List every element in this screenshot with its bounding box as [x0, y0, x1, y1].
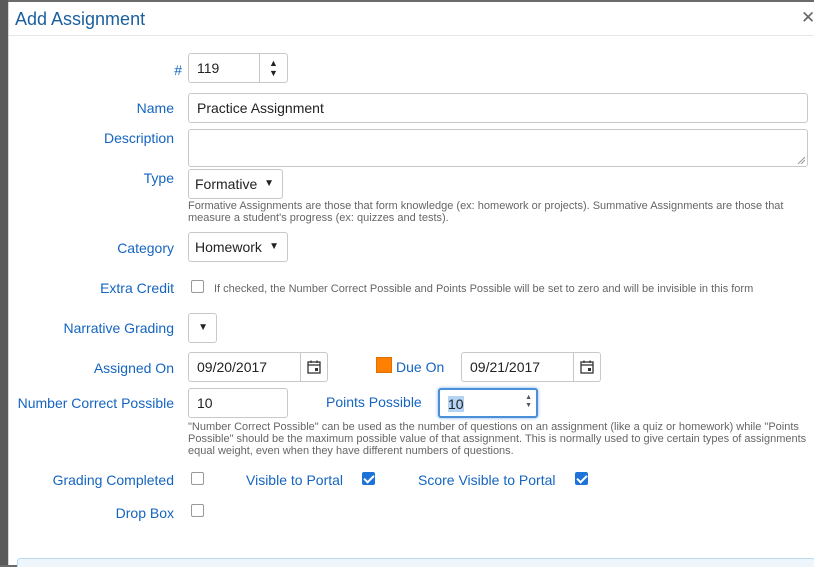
type-value: Formative	[195, 176, 258, 192]
extra-credit-checkbox[interactable]	[191, 280, 204, 293]
grading-completed-checkbox[interactable]	[191, 472, 204, 485]
number-correct-possible-value: 10	[197, 395, 213, 411]
score-visible-to-portal-label: Score Visible to Portal	[418, 472, 556, 488]
assigned-on-date-input[interactable]: 09/20/2017	[188, 352, 328, 382]
points-help: "Number Correct Possible" can be used as…	[188, 421, 807, 457]
score-visible-to-portal-checkbox[interactable]	[575, 472, 588, 485]
points-possible-value: 10	[448, 396, 464, 412]
points-possible-input[interactable]: 10 ▲ ▼	[438, 388, 538, 418]
calendar-icon[interactable]	[300, 353, 327, 381]
description-label: Description	[103, 130, 174, 146]
type-select[interactable]: Formative ▼	[188, 169, 283, 199]
visible-to-portal-checkbox[interactable]	[362, 472, 375, 485]
drop-box-label: Drop Box	[115, 505, 174, 521]
spinner-icon[interactable]: ▲ ▼	[259, 54, 287, 82]
extra-credit-help: If checked, the Number Correct Possible …	[214, 283, 754, 295]
narrative-grading-label: Narrative Grading	[63, 320, 175, 336]
assigned-on-label: Assigned On	[93, 360, 174, 376]
dialog-title: Add Assignment	[15, 9, 146, 29]
category-label: Category	[117, 240, 174, 256]
extra-credit-label: Extra Credit	[100, 280, 174, 296]
due-on-label: Due On	[396, 359, 445, 375]
name-input[interactable]: Practice Assignment	[188, 93, 808, 123]
calendar-icon[interactable]	[573, 353, 600, 381]
description-textarea[interactable]	[188, 129, 808, 167]
number-stepper[interactable]: 119 ▲ ▼	[188, 53, 288, 83]
narrative-grading-select[interactable]: ▼	[188, 313, 217, 343]
due-on-date-input[interactable]: 09/21/2017	[461, 352, 601, 382]
category-select[interactable]: Homework ▼	[188, 232, 288, 262]
name-value: Practice Assignment	[197, 100, 324, 116]
number-value: 119	[197, 60, 220, 76]
type-help: Formative Assignments are those that for…	[188, 200, 784, 224]
grading-completed-label: Grading Completed	[52, 472, 174, 488]
due-on-value: 09/21/2017	[470, 359, 541, 375]
type-label: Type	[143, 170, 174, 186]
number-label: #	[174, 62, 182, 78]
name-label: Name	[136, 100, 174, 116]
close-icon[interactable]: ✕	[801, 9, 814, 27]
category-value: Homework	[195, 239, 262, 255]
number-correct-possible-input[interactable]: 10	[188, 388, 288, 418]
number-correct-possible-label: Number Correct Possible	[17, 395, 174, 411]
chevron-down-icon: ▼	[264, 178, 274, 189]
due-flag-icon	[376, 357, 392, 373]
resize-handle-icon[interactable]	[797, 156, 805, 164]
visible-to-portal-label: Visible to Portal	[246, 472, 344, 488]
chevron-down-icon: ▼	[198, 322, 208, 333]
dialog-titlebar: Add Assignment ✕	[9, 2, 814, 36]
drop-box-checkbox[interactable]	[191, 504, 204, 517]
add-assignment-dialog: Add Assignment ✕ # 119 ▲ ▼ Name Practice …	[8, 2, 814, 567]
info-panel	[17, 558, 814, 567]
page-backdrop	[0, 0, 8, 565]
assigned-on-value: 09/20/2017	[197, 359, 268, 375]
chevron-down-icon: ▼	[269, 241, 279, 252]
spinner-icon[interactable]: ▲ ▼	[525, 394, 532, 410]
points-possible-label: Points Possible	[326, 394, 422, 410]
